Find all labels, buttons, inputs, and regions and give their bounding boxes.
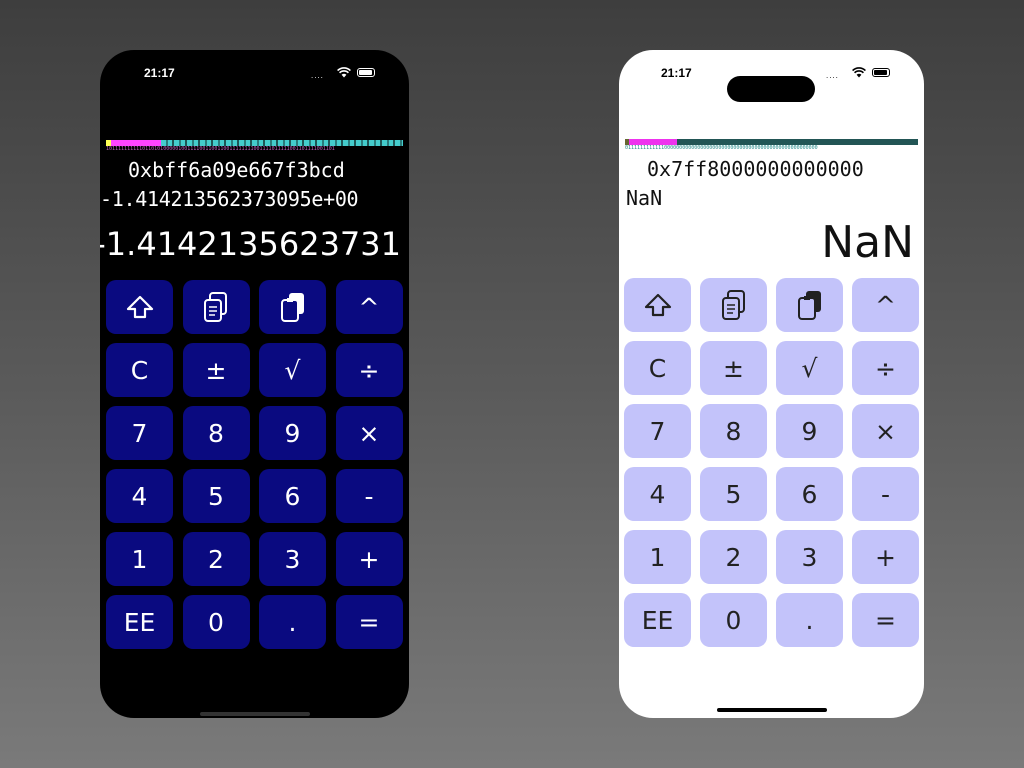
power-button[interactable]: ^ — [852, 278, 919, 332]
cellular-signal-icon: .... — [311, 71, 324, 80]
status-icons: .... — [826, 67, 896, 80]
equals-button[interactable]: = — [335, 595, 403, 649]
scientific-readout: NaN — [626, 186, 663, 210]
digit-7-button[interactable]: 7 — [106, 406, 173, 460]
digit-6-button[interactable]: 6 — [259, 469, 326, 523]
scientific-readout: -1.414213562373095e+00 — [100, 187, 359, 211]
shift-button[interactable] — [106, 280, 173, 334]
digit-7-button[interactable]: 7 — [624, 404, 691, 458]
add-button[interactable]: + — [852, 530, 919, 584]
digit-8-button[interactable]: 8 — [182, 406, 250, 460]
sqrt-button[interactable]: √ — [259, 343, 326, 397]
paste-icon — [797, 291, 821, 320]
copy-icon — [721, 290, 745, 320]
cellular-signal-icon: .... — [826, 71, 839, 80]
digit-3-button[interactable]: 3 — [776, 530, 843, 584]
clear-button[interactable]: C — [624, 341, 691, 395]
shift-arrow-icon — [126, 295, 153, 319]
battery-icon — [357, 68, 375, 77]
wifi-icon — [852, 67, 866, 78]
battery-icon — [872, 68, 890, 77]
digit-0-button[interactable]: 0 — [182, 595, 250, 649]
hex-readout: 0x7ff8000000000000 — [647, 157, 864, 181]
subtract-button[interactable]: - — [852, 467, 919, 521]
copy-button[interactable] — [700, 278, 767, 332]
digit-1-button[interactable]: 1 — [624, 530, 691, 584]
decimal-point-button[interactable]: . — [776, 593, 843, 647]
hex-readout: 0xbff6a09e667f3bcd — [128, 158, 345, 182]
paste-button[interactable] — [259, 280, 326, 334]
phone-dark-theme: 21:17 .... 10111111111101101010000010011… — [100, 50, 409, 718]
digit-3-button[interactable]: 3 — [259, 532, 326, 586]
digit-9-button[interactable]: 9 — [776, 404, 843, 458]
digit-5-button[interactable]: 5 — [182, 469, 250, 523]
shift-arrow-icon — [644, 293, 671, 317]
multiply-button[interactable]: × — [335, 406, 403, 460]
digit-8-button[interactable]: 8 — [700, 404, 767, 458]
decimal-point-button[interactable]: . — [259, 595, 326, 649]
main-display: -1.4142135623731 — [100, 225, 401, 263]
divide-button[interactable]: ÷ — [852, 341, 919, 395]
shift-button[interactable] — [624, 278, 691, 332]
equals-button[interactable]: = — [852, 593, 919, 647]
digit-2-button[interactable]: 2 — [700, 530, 767, 584]
digit-4-button[interactable]: 4 — [106, 469, 173, 523]
phone-light-theme: 21:17 .... 01111111111110000000000000000… — [619, 50, 924, 718]
keypad: ^ C ± √ ÷ 7 8 9 × 4 5 6 - 1 2 3 + EE 0 .… — [106, 280, 403, 649]
power-button[interactable]: ^ — [335, 280, 403, 334]
binary-bits-readout: 1011111111110110101000001001111001100110… — [106, 146, 335, 152]
status-time: 21:17 — [144, 66, 175, 80]
negate-button[interactable]: ± — [182, 343, 250, 397]
exponent-button[interactable]: EE — [624, 593, 691, 647]
main-display: NaN — [821, 217, 914, 268]
negate-button[interactable]: ± — [700, 341, 767, 395]
digit-9-button[interactable]: 9 — [259, 406, 326, 460]
digit-2-button[interactable]: 2 — [182, 532, 250, 586]
home-indicator[interactable] — [200, 712, 310, 716]
dynamic-island — [727, 76, 815, 102]
digit-6-button[interactable]: 6 — [776, 467, 843, 521]
paste-button[interactable] — [776, 278, 843, 332]
exponent-button[interactable]: EE — [106, 595, 173, 649]
multiply-button[interactable]: × — [852, 404, 919, 458]
copy-button[interactable] — [182, 280, 250, 334]
add-button[interactable]: + — [335, 532, 403, 586]
sqrt-button[interactable]: √ — [776, 341, 843, 395]
binary-bits-readout: 0111111111111000000000000000000000000000… — [625, 145, 818, 151]
status-bar: 21:17 .... — [619, 66, 924, 102]
status-bar: 21:17 .... — [100, 66, 409, 80]
divide-button[interactable]: ÷ — [335, 343, 403, 397]
wifi-icon — [337, 67, 351, 78]
paste-icon — [280, 293, 304, 322]
digit-4-button[interactable]: 4 — [624, 467, 691, 521]
digit-5-button[interactable]: 5 — [700, 467, 767, 521]
clear-button[interactable]: C — [106, 343, 173, 397]
status-time: 21:17 — [661, 66, 692, 80]
keypad: ^ C ± √ ÷ 7 8 9 × 4 5 6 - 1 2 3 + EE 0 .… — [624, 278, 919, 647]
status-icons: .... — [311, 67, 381, 80]
digit-1-button[interactable]: 1 — [106, 532, 173, 586]
digit-0-button[interactable]: 0 — [700, 593, 767, 647]
home-indicator[interactable] — [717, 708, 827, 712]
copy-icon — [204, 292, 227, 322]
subtract-button[interactable]: - — [335, 469, 403, 523]
